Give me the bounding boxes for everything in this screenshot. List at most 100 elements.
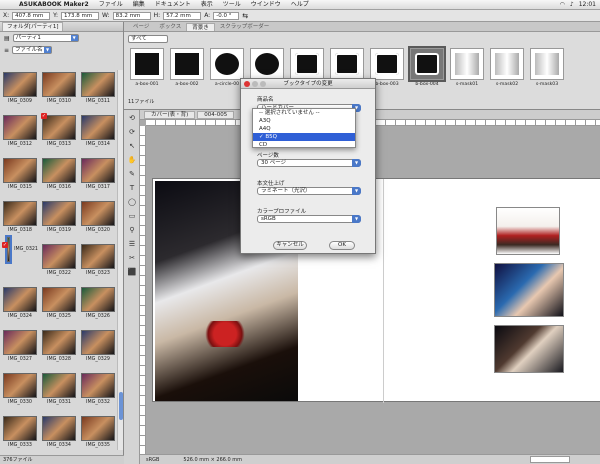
size-option[interactable]: A3Q [253, 117, 355, 125]
menu-window[interactable]: ウインドウ [246, 0, 286, 10]
photo-thumbnail[interactable]: IMG_0315 [2, 156, 38, 199]
size-option[interactable]: A4Q [253, 125, 355, 133]
photo-thumbnail[interactable]: IMG_0312 [2, 113, 38, 156]
thumbnail-label: IMG_0310 [47, 99, 71, 104]
photo-thumbnail[interactable]: IMG_0332 [80, 371, 116, 414]
app-menu[interactable]: ASUKABOOK Maker2 [14, 0, 94, 10]
frame-preview [250, 48, 284, 80]
profile-label: カラープロファイル [257, 209, 307, 215]
menu-help[interactable]: ヘルプ [286, 0, 314, 10]
close-icon[interactable] [244, 81, 250, 87]
photo-thumbnail[interactable]: IMG_0333 [2, 414, 38, 450]
photo-thumbnail[interactable]: IMG_0330 [2, 371, 38, 414]
frame-item[interactable]: a-circle-00 [210, 48, 244, 87]
frame-item[interactable]: b-box-004 [408, 46, 446, 87]
h-field[interactable]: 57.2 mm [163, 11, 202, 20]
photo-thumbnail[interactable]: IMG_0326 [80, 285, 116, 328]
size-option[interactable]: -- 選択されていません -- [253, 109, 355, 117]
photo-thumbnail[interactable]: IMG_0327 [2, 328, 38, 371]
tab-background[interactable]: 背景き [186, 23, 215, 31]
photo-thumbnail[interactable]: IMG_0310 [41, 70, 77, 113]
size-option-label: CD [259, 142, 268, 148]
menu-document[interactable]: ドキュメント [150, 0, 196, 10]
tab-cover[interactable]: カバー(表・背) [144, 110, 196, 119]
photo-thumbnail[interactable]: IMG_0334 [41, 414, 77, 450]
tab-page[interactable]: ページ [128, 23, 154, 31]
photo-thumbnail[interactable]: IMG_0314 [80, 113, 116, 156]
thumbnail-scrollbar[interactable] [117, 70, 123, 450]
photo-thumbnail[interactable]: IMG_0328 [41, 328, 77, 371]
folder-dropdown[interactable]: パーティ1 ▼ [12, 34, 79, 42]
ok-button[interactable]: OK [329, 241, 355, 250]
volume-icon[interactable]: ♪ [570, 1, 574, 8]
menu-tools[interactable]: ツール [218, 0, 246, 10]
wifi-icon[interactable]: ◠ [560, 1, 565, 8]
profile-select[interactable]: sRGB ▼ [257, 215, 361, 223]
photo-thumbnail[interactable]: IMG_0329 [80, 328, 116, 371]
photo-thumbnail[interactable]: IMG_0331 [41, 371, 77, 414]
w-field[interactable]: 83.2 mm [112, 11, 151, 20]
photo-thumbnail[interactable]: IMG_0309 [2, 70, 38, 113]
tool-button-icon[interactable]: ✂ [126, 252, 138, 264]
photo-small-1[interactable] [496, 207, 560, 255]
tab-spread-004-005[interactable]: 004-005 [197, 110, 235, 119]
frame-item[interactable]: a-box-001 [130, 48, 164, 87]
finish-select[interactable]: ラミネート（光沢） ▼ [257, 187, 361, 195]
tool-button-icon[interactable]: ⚲ [126, 224, 138, 236]
tool-button-icon[interactable]: ⟳ [126, 126, 138, 138]
page-spread[interactable] [152, 178, 600, 403]
frame-item[interactable]: s-mask01 [450, 48, 484, 87]
scrollbar-thumb[interactable] [119, 392, 123, 420]
tab-scrap-border[interactable]: スクラップボーダー [215, 23, 275, 31]
frame-label: s-mask01 [455, 82, 479, 87]
x-field[interactable]: 407.8 mm [12, 11, 51, 20]
photo-thumbnail[interactable]: IMG_0335 [80, 414, 116, 450]
tool-button-icon[interactable]: ▭ [126, 210, 138, 222]
clock[interactable]: 12:01 [579, 1, 596, 8]
cancel-button[interactable]: キャンセル [273, 241, 307, 250]
folder-tab[interactable]: フォルダ[パーティ1] [2, 22, 64, 31]
photo-small-3[interactable] [494, 325, 564, 373]
angle-field[interactable]: -0.0 ° [213, 11, 240, 20]
photo-thumbnail[interactable]: IMG_0319 [41, 199, 77, 242]
photo-thumbnail[interactable]: IMG_0323 [80, 242, 116, 285]
flip-icon[interactable]: ⇆ [242, 12, 248, 20]
dialog-title: ブックタイプの変更 [283, 81, 333, 87]
size-option[interactable]: ✓ B5Q [253, 133, 355, 141]
photo-thumbnail[interactable]: IMG_0325 [41, 285, 77, 328]
photo-thumbnail[interactable]: IMG_0322 [41, 242, 77, 285]
frame-filter-dropdown[interactable]: すべて [128, 35, 168, 43]
frame-item[interactable]: a-box-002 [170, 48, 204, 87]
frame-item[interactable]: s-mask03 [530, 48, 564, 87]
photo-small-2[interactable] [494, 263, 564, 317]
frame-item[interactable]: s-mask02 [490, 48, 524, 87]
tool-button-icon[interactable]: ◯ [126, 196, 138, 208]
pages-select[interactable]: 30 ページ ▼ [257, 159, 361, 167]
size-option[interactable]: CD [253, 141, 355, 149]
photo-thumbnail[interactable]: IMG_0320 [80, 199, 116, 242]
photo-thumbnail[interactable]: IMG_0311 [80, 70, 116, 113]
y-field[interactable]: 173.8 mm [61, 11, 100, 20]
thumbnail-image [4, 234, 13, 264]
photo-thumbnail[interactable]: ✓ IMG_0313 [41, 113, 77, 156]
tool-button-icon[interactable]: ↖ [126, 140, 138, 152]
zoom-icon[interactable] [260, 81, 266, 87]
tool-button-icon[interactable]: ⬛ [126, 266, 138, 278]
photo-thumbnail[interactable]: IMG_0317 [80, 156, 116, 199]
zoom-control[interactable] [530, 456, 570, 463]
tool-button-icon[interactable]: ☰ [126, 238, 138, 250]
photo-thumbnail[interactable]: IMG_0324 [2, 285, 38, 328]
tool-button-icon[interactable]: T [126, 182, 138, 194]
menu-edit[interactable]: 編集 [128, 0, 150, 10]
folder-dropdown-value: パーティ1 [15, 35, 41, 41]
menu-file[interactable]: ファイル [94, 0, 128, 10]
photo-thumbnail[interactable]: IMG_0316 [41, 156, 77, 199]
menu-view[interactable]: 表示 [196, 0, 218, 10]
photo-thumbnail[interactable]: ✓ IMG_0321 [2, 234, 38, 264]
tab-box[interactable]: ボックス [154, 23, 186, 31]
sort-dropdown[interactable]: ファイル名 ▼ [12, 46, 53, 54]
tool-button-icon[interactable]: ✋ [126, 154, 138, 166]
minimize-icon[interactable] [252, 81, 258, 87]
tool-button-icon[interactable]: ✎ [126, 168, 138, 180]
tool-button-icon[interactable]: ⟲ [126, 112, 138, 124]
